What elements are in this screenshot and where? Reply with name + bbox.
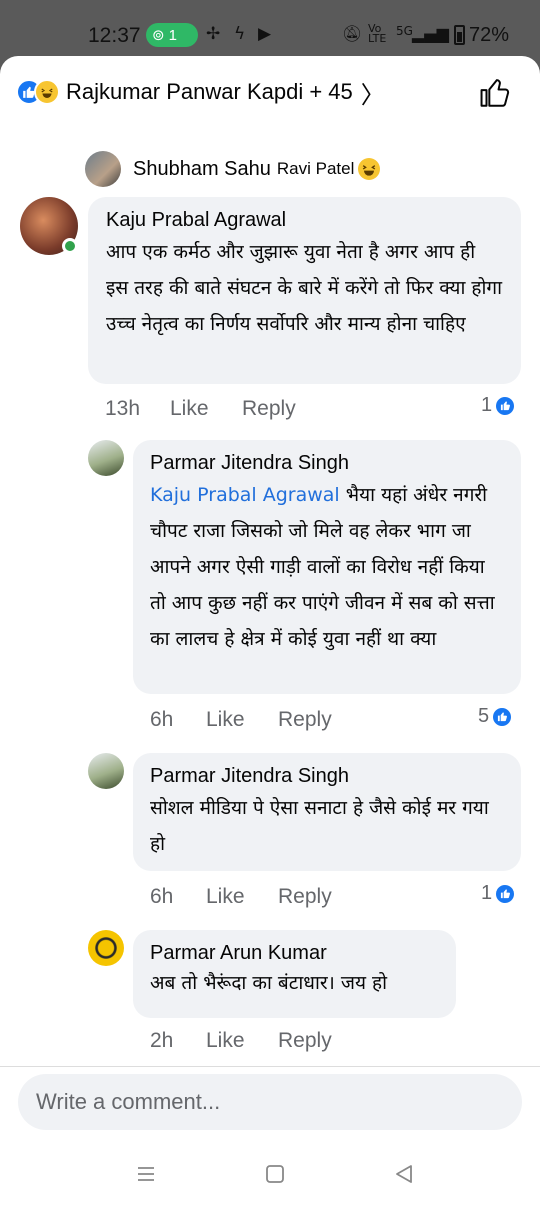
comments-sheet: Rajkumar Panwar Kapdi + 45 〉 Shubham Sah…	[0, 56, 540, 1140]
comment-time: 2h	[150, 1029, 174, 1052]
recents-button[interactable]	[132, 1160, 160, 1188]
reactions-summary[interactable]: Rajkumar Panwar Kapdi + 45 〉	[16, 76, 385, 109]
comment-bubble: Kaju Prabal Agrawal आप एक कर्मठ और जुझार…	[88, 197, 521, 384]
mute-icon: 🔕︎	[342, 24, 363, 43]
comment-author[interactable]: Parmar Jitendra Singh	[150, 452, 504, 475]
comment-time: 13h	[105, 397, 141, 420]
reply-preview-author[interactable]: Shubham Sahu	[133, 158, 271, 181]
reaction-count-number: 5	[478, 705, 490, 727]
comment-author[interactable]: Parmar Jitendra Singh	[150, 765, 504, 788]
system-nav-bar	[0, 1140, 540, 1206]
hotspot-indicator: ⊚ 1	[146, 23, 198, 47]
status-bar: 12:37 ⊚ 1 ✢ ϟ ▶ 🔕︎ Vo LTE 5G ▂▄▆ 72%	[0, 0, 540, 56]
menu-icon	[138, 1167, 154, 1181]
comment-actions: 13h Like Reply	[105, 397, 296, 421]
signal-icon: ▂▄▆	[412, 24, 449, 43]
comment-text: सोशल मीडिया पे ऐसा सनाटा हे जैसे कोई मर …	[150, 797, 489, 855]
mention-link[interactable]: Kaju Prabal Agrawal	[150, 484, 340, 506]
pinwheel-icon: ✢	[206, 24, 221, 44]
like-icon	[494, 394, 517, 417]
back-button[interactable]	[390, 1160, 418, 1188]
hotspot-count: 1	[168, 27, 177, 44]
battery-percent: 72%	[469, 24, 510, 46]
home-button[interactable]	[261, 1160, 289, 1188]
haha-icon	[358, 158, 381, 180]
reactors-label: Rajkumar Panwar Kapdi + 45	[66, 79, 353, 104]
like-icon	[494, 882, 517, 905]
avatar[interactable]	[85, 151, 121, 187]
status-time: 12:37	[88, 24, 141, 47]
comment-text: आप एक कर्मठ और जुझारू युवा नेता है अगर आ…	[106, 241, 503, 335]
reply-link[interactable]: Reply	[278, 708, 332, 732]
comment-time: 6h	[150, 708, 174, 731]
home-icon	[266, 1165, 284, 1183]
comment-actions: 2h Like Reply	[150, 1029, 332, 1053]
charge-icon: ϟ	[234, 24, 246, 44]
youtube-icon: ▶	[258, 24, 272, 44]
online-indicator	[62, 238, 78, 254]
comment-text-body: भैया यहां अंधेर नगरी चौपट राजा जिसको जो …	[150, 484, 495, 650]
thumbs-up-icon	[480, 79, 510, 107]
comment-author[interactable]: Parmar Arun Kumar	[150, 942, 439, 965]
comment-author[interactable]: Kaju Prabal Agrawal	[106, 209, 503, 232]
comment-bubble: Parmar Jitendra Singh Kaju Prabal Agrawa…	[133, 440, 521, 694]
avatar[interactable]	[88, 930, 124, 966]
reaction-count[interactable]: 5	[478, 705, 514, 728]
comment-text: Kaju Prabal Agrawal भैया यहां अंधेर नगरी…	[150, 477, 504, 657]
reply-link[interactable]: Reply	[278, 1029, 332, 1053]
like-icon	[491, 705, 514, 728]
reply-preview[interactable]: Shubham Sahu Ravi Patel	[85, 151, 381, 187]
reaction-count[interactable]: 1	[481, 394, 517, 417]
avatar[interactable]	[88, 753, 124, 789]
comment-input[interactable]: Write a comment...	[18, 1074, 522, 1130]
comment-text: अब तो भैरूंदा का बंटाधार। जय हो	[150, 972, 388, 994]
like-button[interactable]	[478, 76, 512, 110]
reaction-count-number: 1	[481, 882, 493, 904]
haha-icon	[34, 79, 60, 105]
volte-icon: Vo LTE	[368, 22, 387, 45]
like-link[interactable]: Like	[206, 708, 278, 732]
chevron-right-icon: 〉	[360, 80, 385, 109]
comment-actions: 6h Like Reply	[150, 708, 332, 732]
like-link[interactable]: Like	[206, 885, 278, 909]
comment-bubble: Parmar Arun Kumar अब तो भैरूंदा का बंटाध…	[133, 930, 456, 1018]
like-link[interactable]: Like	[170, 397, 242, 421]
comment-bubble: Parmar Jitendra Singh सोशल मीडिया पे ऐसा…	[133, 753, 521, 871]
network-type: 5G	[396, 24, 413, 38]
reply-link[interactable]: Reply	[242, 397, 296, 421]
avatar[interactable]	[88, 440, 124, 476]
battery-icon	[454, 25, 465, 45]
comment-actions: 6h Like Reply	[150, 885, 332, 909]
reply-link[interactable]: Reply	[278, 885, 332, 909]
back-icon	[396, 1165, 412, 1183]
hotspot-icon: ⊚	[152, 26, 165, 44]
comment-time: 6h	[150, 885, 174, 908]
reaction-count[interactable]: 1	[481, 882, 517, 905]
comment-composer: Write a comment...	[0, 1066, 540, 1140]
reply-preview-text: Ravi Patel	[276, 159, 355, 178]
reaction-count-number: 1	[481, 394, 493, 416]
like-link[interactable]: Like	[206, 1029, 278, 1053]
